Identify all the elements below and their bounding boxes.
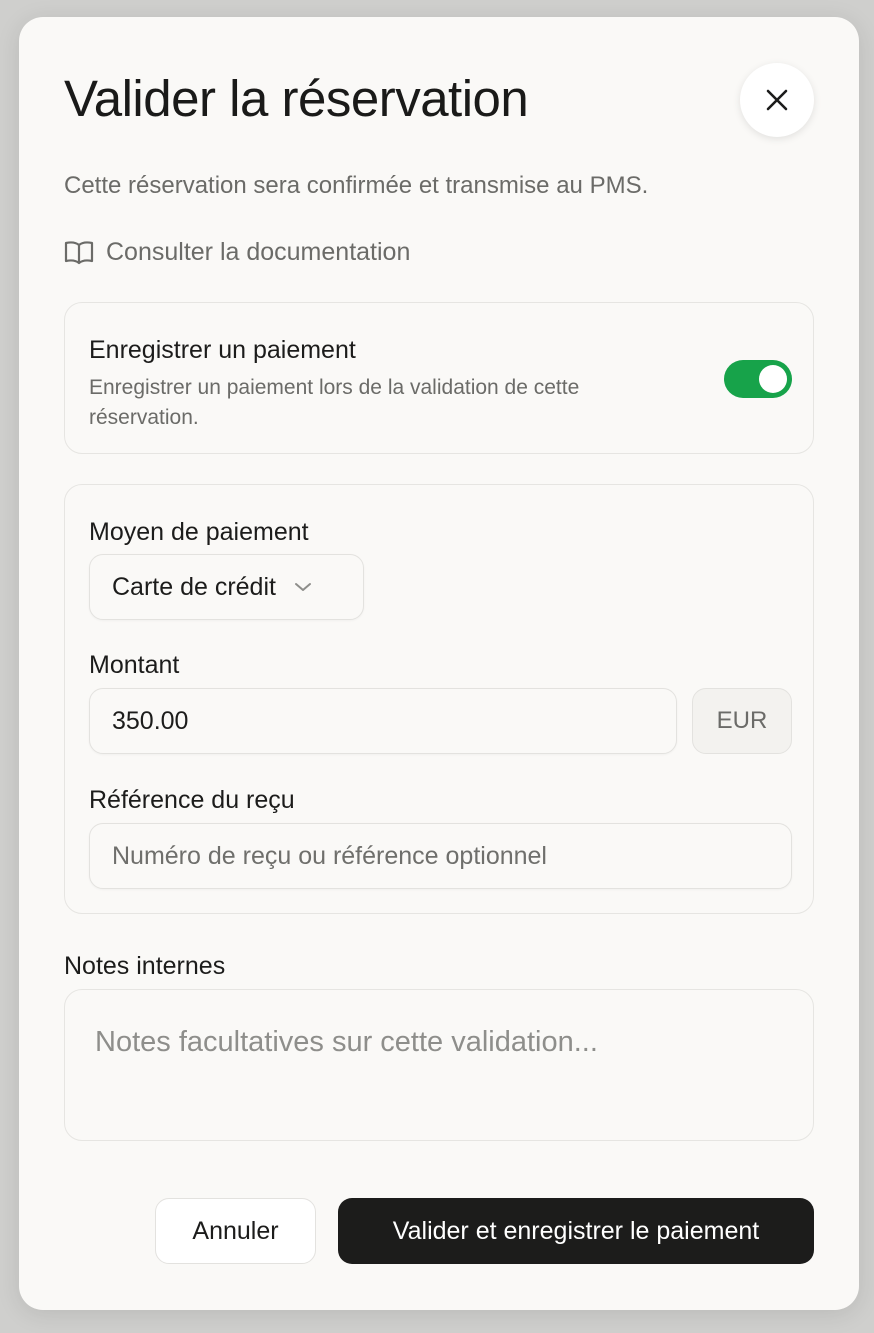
receipt-reference-placeholder: Numéro de reçu ou référence optionnel <box>112 841 547 870</box>
internal-notes-textarea[interactable]: Notes facultatives sur cette validation.… <box>64 989 814 1141</box>
receipt-reference-label: Référence du reçu <box>89 786 295 814</box>
dialog-title: Valider la réservation <box>64 70 529 127</box>
amount-label: Montant <box>89 651 180 679</box>
amount-input[interactable]: 350.00 <box>89 688 677 754</box>
dialog-subtitle: Cette réservation sera confirmée et tran… <box>64 172 649 199</box>
close-icon <box>766 89 788 111</box>
internal-notes-label: Notes internes <box>64 952 226 980</box>
switch-knob <box>759 365 787 393</box>
internal-notes-placeholder: Notes facultatives sur cette validation.… <box>95 1026 598 1058</box>
payment-method-label: Moyen de paiement <box>89 518 309 546</box>
cancel-button[interactable]: Annuler <box>155 1198 316 1264</box>
payment-toggle-card: Enregistrer un paiement Enregistrer un p… <box>64 302 814 454</box>
close-button[interactable] <box>740 63 814 137</box>
book-icon <box>64 240 94 264</box>
documentation-link[interactable]: Consulter la documentation <box>64 238 410 267</box>
payment-method-value: Carte de crédit <box>112 572 276 601</box>
payment-details-card: Moyen de paiement Carte de crédit Montan… <box>64 484 814 914</box>
receipt-reference-input[interactable]: Numéro de reçu ou référence optionnel <box>89 823 792 889</box>
validate-reservation-dialog: Valider la réservation Cette réservation… <box>19 17 859 1310</box>
chevron-down-icon <box>294 583 311 591</box>
amount-value: 350.00 <box>112 706 189 735</box>
payment-toggle-title: Enregistrer un paiement <box>89 336 356 364</box>
record-payment-switch[interactable] <box>724 360 792 398</box>
payment-method-select[interactable]: Carte de crédit <box>89 554 364 620</box>
payment-toggle-description: Enregistrer un paiement lors de la valid… <box>89 376 580 429</box>
documentation-link-label: Consulter la documentation <box>106 238 411 266</box>
validate-and-record-payment-button[interactable]: Valider et enregistrer le paiement <box>338 1198 814 1264</box>
currency-badge: EUR <box>692 688 792 754</box>
